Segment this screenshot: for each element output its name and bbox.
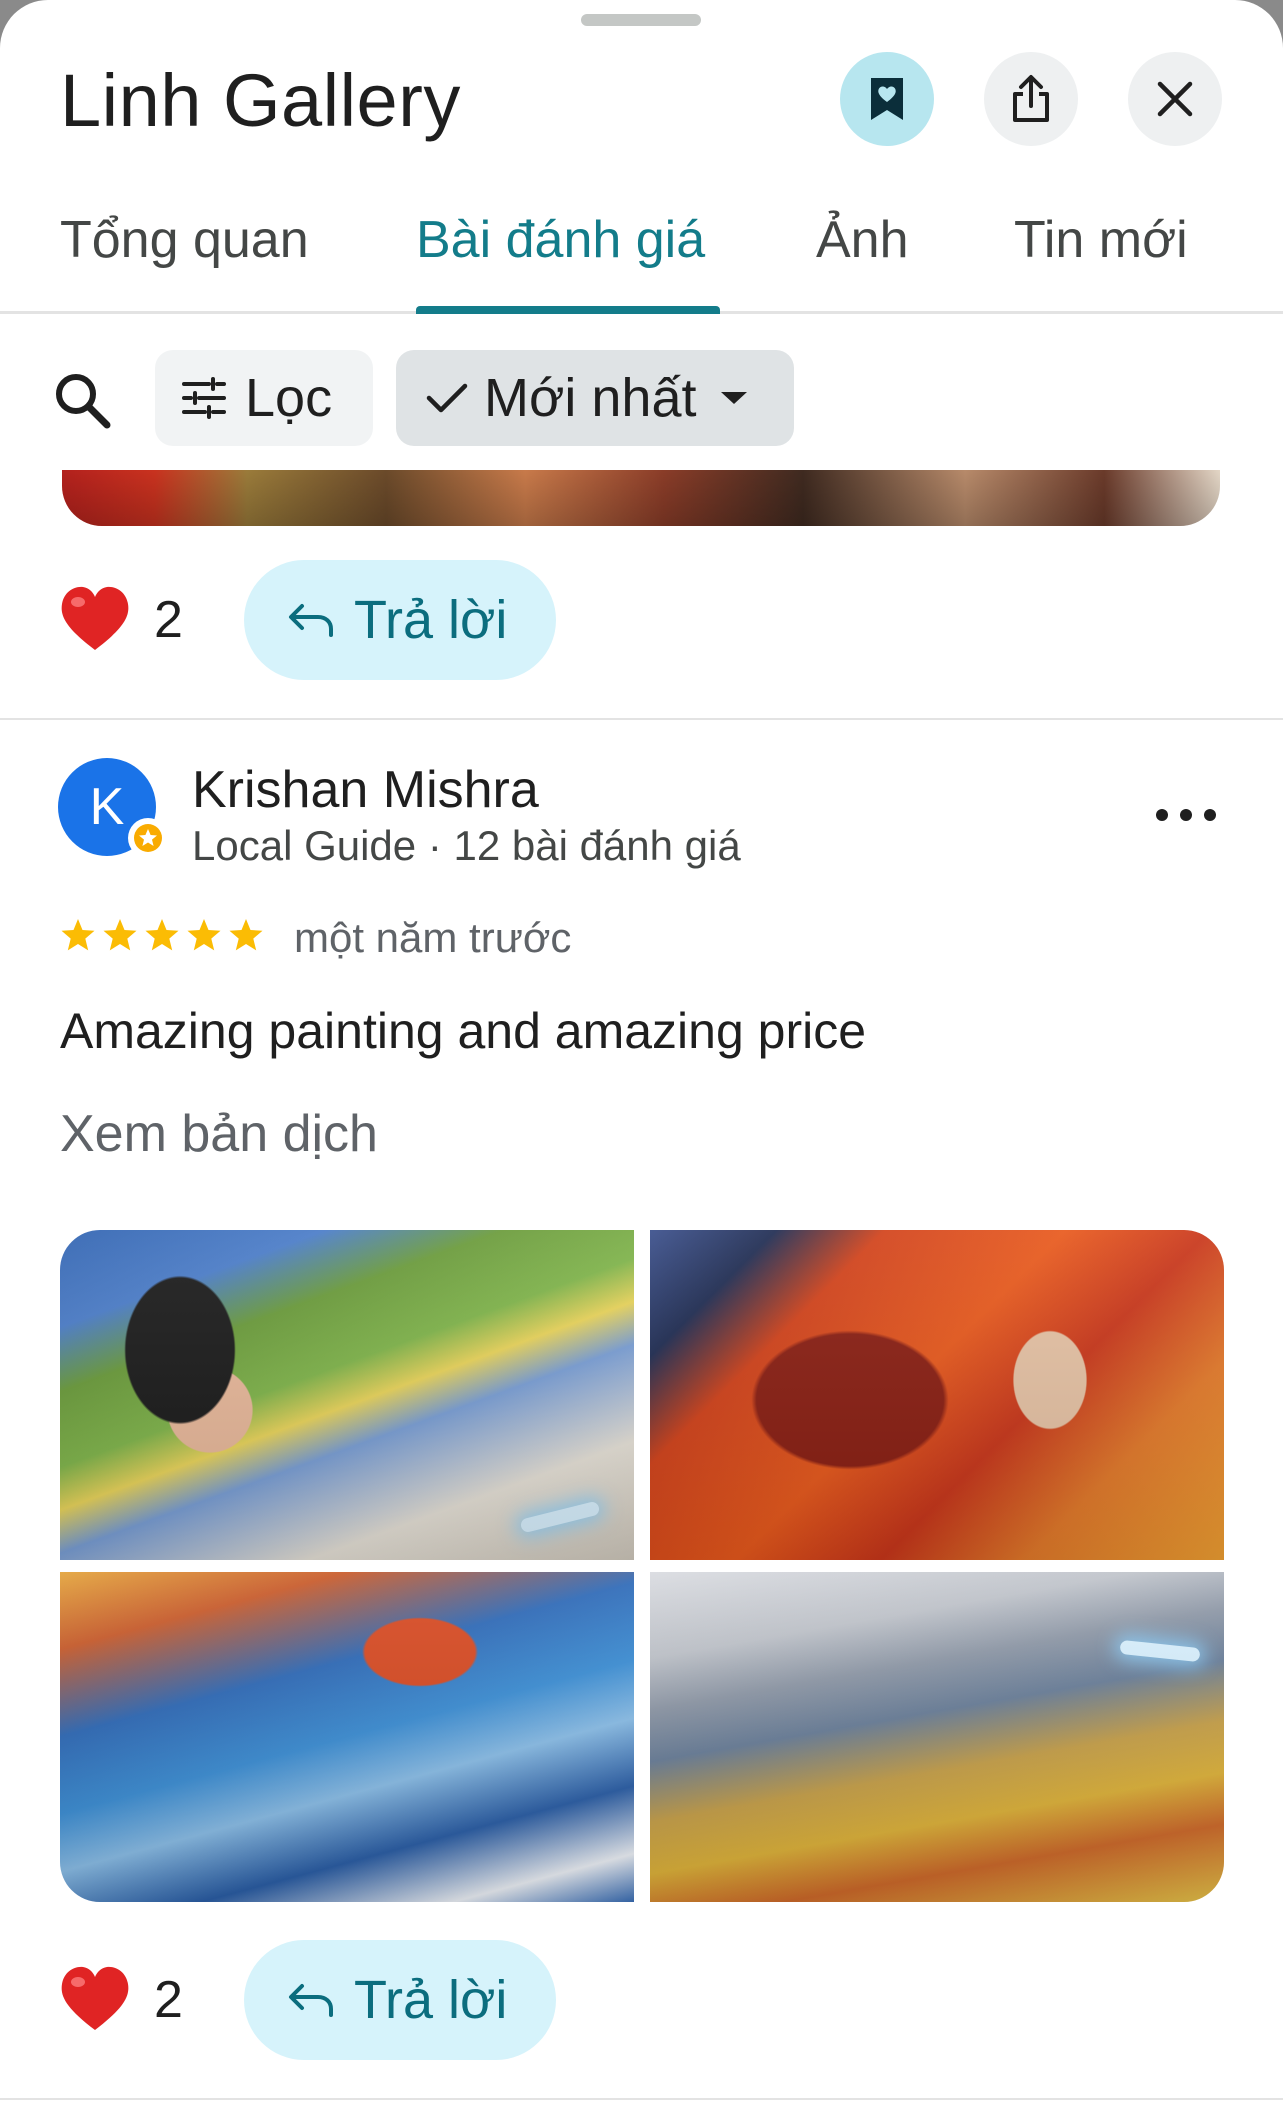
review-divider: [0, 2098, 1283, 2100]
sort-chip-label: Mới nhất: [484, 368, 697, 428]
local-guide-badge-icon: [128, 818, 168, 858]
star-rating: [60, 918, 264, 952]
reviewer-name[interactable]: Krishan Mishra: [192, 760, 539, 820]
star-icon: [187, 919, 221, 951]
filter-chip[interactable]: Lọc: [155, 350, 373, 446]
photo-overlay: [650, 1230, 1224, 1560]
previous-review-photo[interactable]: [62, 470, 1220, 526]
search-icon[interactable]: [52, 370, 112, 430]
review-photo[interactable]: [60, 1230, 634, 1560]
bookmark-heart-icon: [871, 78, 903, 120]
review-text: Amazing painting and amazing price: [60, 1003, 867, 1059]
more-dot: [1204, 809, 1216, 821]
save-button[interactable]: [840, 52, 934, 146]
previous-review-actions: 2 Trả lời: [0, 560, 1283, 684]
photo-overlay: [60, 1230, 634, 1560]
share-button[interactable]: [984, 52, 1078, 146]
tune-icon: [182, 377, 226, 419]
like-count: 2: [154, 591, 183, 649]
like-count: 2: [154, 1971, 183, 2029]
share-icon: [1013, 75, 1049, 122]
review-photo[interactable]: [60, 1572, 634, 1902]
reply-arrow-icon: [289, 604, 333, 637]
star-icon: [229, 919, 263, 951]
more-options-button[interactable]: [1156, 790, 1216, 840]
heart-icon[interactable]: [58, 584, 132, 654]
review-actions: 2 Trả lời: [0, 1940, 1283, 2064]
tab-reviews[interactable]: Bài đánh giá: [416, 210, 705, 270]
tab-overview[interactable]: Tổng quan: [60, 210, 309, 270]
review-photo[interactable]: [650, 1572, 1224, 1902]
photo-overlay: [60, 1572, 634, 1902]
reply-button[interactable]: Trả lời: [244, 1940, 556, 2060]
reply-button-label: Trả lời: [354, 1970, 508, 2030]
reviewer-meta: Local Guide · 12 bài đánh giá: [192, 822, 741, 869]
filter-chip-label: Lọc: [245, 368, 333, 428]
star-icon: [145, 919, 179, 951]
tab-bar: Tổng quan Bài đánh giá Ảnh Tin mới: [0, 190, 1283, 314]
translate-link[interactable]: Xem bản dịch: [60, 1104, 378, 1164]
photo-overlay: [650, 1572, 1224, 1902]
reply-button-label: Trả lời: [354, 590, 508, 650]
heart-icon[interactable]: [58, 1964, 132, 2034]
close-button[interactable]: [1128, 52, 1222, 146]
reply-arrow-icon: [289, 1984, 333, 2017]
star-icon: [103, 919, 137, 951]
place-sheet: Linh Gallery Tổng quan Bài đánh giá Ảnh …: [0, 0, 1283, 2109]
more-dot: [1180, 809, 1192, 821]
review-filters: Lọc Mới nhất: [0, 340, 1283, 450]
close-icon: [1157, 81, 1193, 117]
more-dot: [1156, 809, 1168, 821]
check-icon: [426, 383, 468, 413]
place-title: Linh Gallery: [60, 59, 461, 142]
star-icon: [61, 919, 95, 951]
sort-chip[interactable]: Mới nhất: [396, 350, 794, 446]
review-photo[interactable]: [650, 1230, 1224, 1560]
review-photo-grid: [60, 1230, 1224, 1902]
active-tab-indicator: [416, 306, 720, 314]
review-divider: [0, 718, 1283, 720]
sheet-drag-handle[interactable]: [581, 14, 701, 26]
dropdown-arrow-icon: [720, 392, 747, 404]
tab-photos[interactable]: Ảnh: [816, 210, 909, 270]
reply-button[interactable]: Trả lời: [244, 560, 556, 680]
review-date: một năm trước: [294, 914, 572, 961]
tab-updates[interactable]: Tin mới: [1014, 210, 1188, 270]
